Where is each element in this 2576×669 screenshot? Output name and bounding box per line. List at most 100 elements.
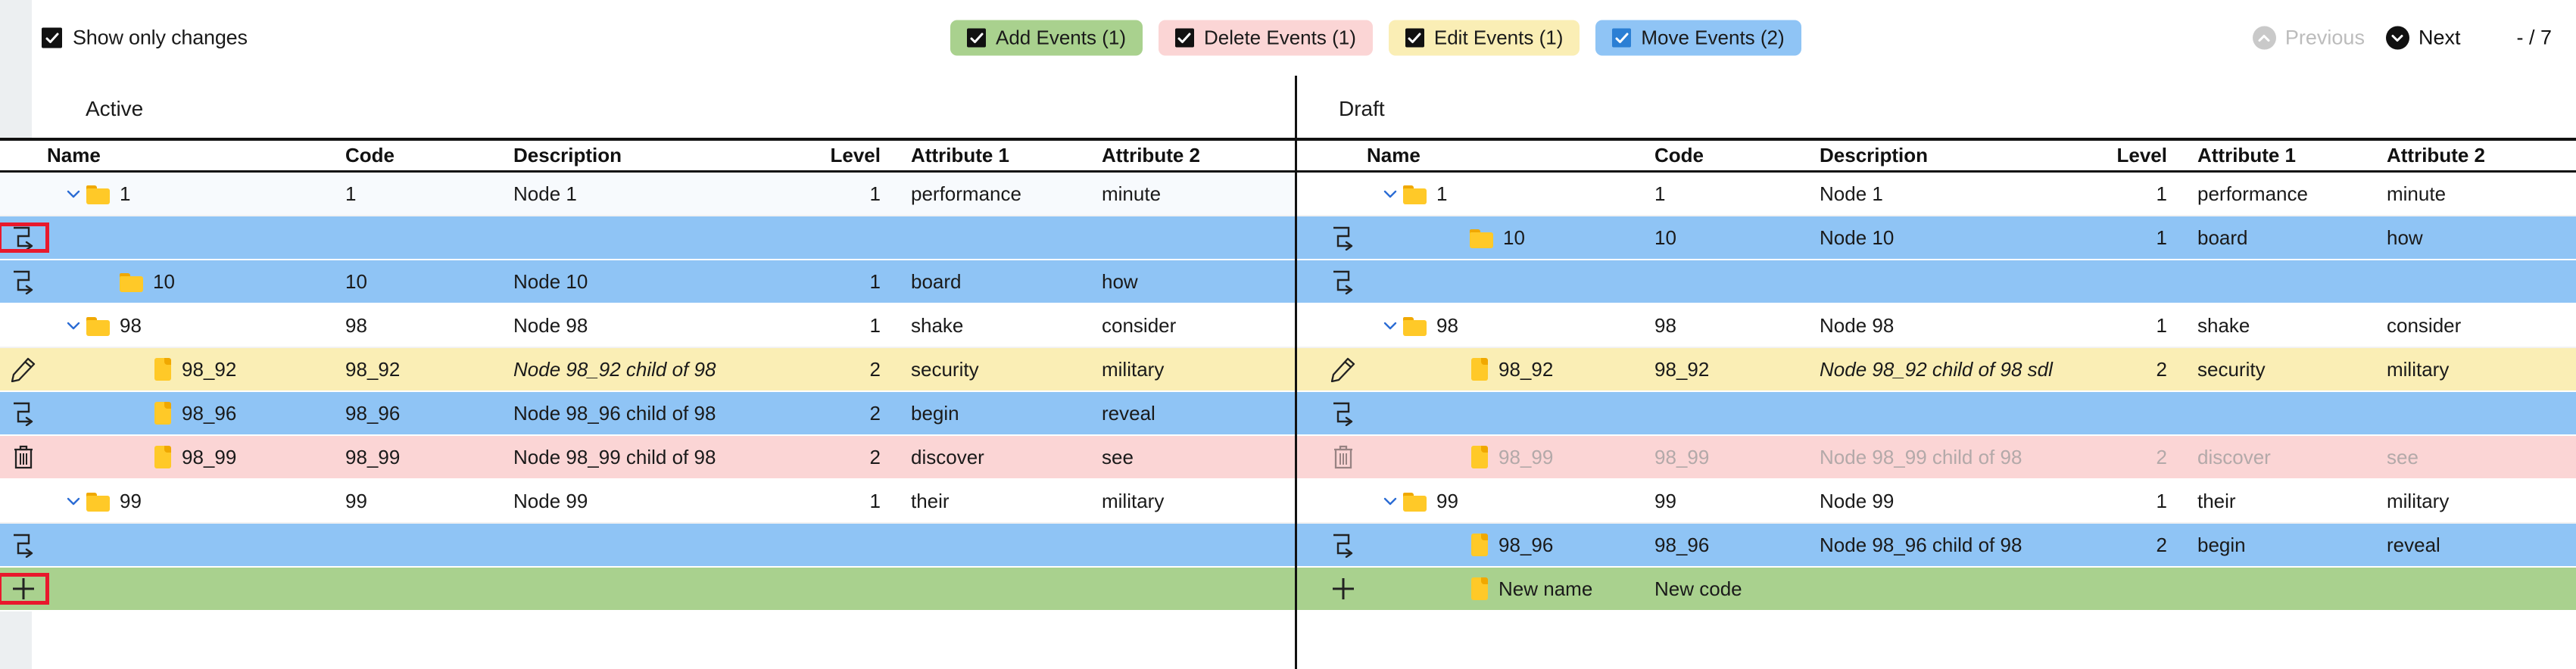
table-row[interactable]: 98_92 98_92 Node 98_92 child of 98 sdl 2 sec…: [1297, 348, 2576, 392]
table-row[interactable]: 98_99 98_99 Node 98_99 child of 98 2 discove…: [0, 436, 1295, 480]
filter-edit-events[interactable]: Edit Events (1): [1388, 20, 1580, 56]
cell-code: 98_96: [345, 401, 401, 425]
table-row[interactable]: 10 10 Node 10 1 board how: [0, 260, 1295, 304]
plus-event-icon[interactable]: [1320, 575, 1367, 602]
checkbox-icon[interactable]: [42, 27, 62, 48]
column-header-attribute-2[interactable]: Attribute 2: [2387, 144, 2576, 167]
cell-attribute-2: military: [1102, 489, 1165, 512]
filter-move-events-label: Move Events (2): [1641, 26, 1785, 49]
table-row[interactable]: [0, 524, 1295, 568]
table-row[interactable]: [1297, 392, 2576, 436]
table-row[interactable]: 99 99 Node 99 1 their military: [1297, 480, 2576, 524]
move-icon: [1330, 400, 1357, 426]
cell-code: 98_99: [345, 445, 401, 468]
column-header-name[interactable]: Name: [1367, 144, 1654, 167]
cell-name: 10: [1367, 226, 1654, 250]
column-header-description[interactable]: Description: [1820, 144, 2094, 167]
column-header-code[interactable]: Code: [345, 144, 513, 167]
expand-chevron-icon[interactable]: [61, 492, 86, 510]
column-header-level[interactable]: Level: [2094, 144, 2197, 167]
table-row[interactable]: [1297, 260, 2576, 304]
table-row[interactable]: 10 10 Node 10 1 board how: [1297, 216, 2576, 260]
plus-event-icon[interactable]: [0, 573, 49, 605]
column-header-description[interactable]: Description: [513, 144, 808, 167]
move-event-icon[interactable]: [1320, 225, 1367, 250]
column-header-level[interactable]: Level: [808, 144, 911, 167]
expand-chevron-icon[interactable]: [1377, 316, 1403, 334]
table-row[interactable]: [0, 216, 1295, 260]
filter-add-events[interactable]: Add Events (1): [950, 20, 1143, 56]
move-event-icon[interactable]: [1320, 269, 1367, 294]
edit-event-icon[interactable]: [0, 356, 47, 382]
table-row[interactable]: 98 98 Node 98 1 shake consider: [1297, 304, 2576, 348]
expand-chevron-icon[interactable]: [61, 185, 86, 203]
next-button[interactable]: Next: [2375, 26, 2472, 50]
cell-code: 10: [345, 269, 367, 293]
cell-description: Node 98: [1820, 313, 1895, 337]
cell-name: 1: [47, 182, 345, 206]
cell-attribute-1: performance: [911, 182, 1021, 205]
table-row[interactable]: 98 98 Node 98 1 shake consider: [0, 304, 1295, 348]
move-event-icon[interactable]: [0, 222, 49, 253]
cell-description: Node 98_92 child of 98: [513, 357, 716, 381]
checkbox-icon[interactable]: [1405, 28, 1424, 48]
previous-button[interactable]: Previous: [2242, 26, 2375, 50]
cell-code: 1: [1654, 182, 1666, 205]
move-event-icon[interactable]: [1320, 400, 1367, 426]
folder-icon: [1470, 227, 1495, 248]
move-event-icon[interactable]: [0, 400, 47, 426]
cell-name: 98_96: [47, 402, 345, 425]
file-icon: [153, 402, 173, 425]
move-icon: [10, 269, 37, 294]
event-filter-group: Add Events (1) Delete Events (1) Edit Ev…: [950, 20, 1801, 56]
cell-attribute-1: security: [2197, 357, 2266, 381]
node-name: 10: [153, 269, 175, 293]
column-header-attribute-1[interactable]: Attribute 1: [911, 144, 1102, 167]
checkbox-icon[interactable]: [967, 28, 986, 48]
column-header-attribute-2[interactable]: Attribute 2: [1102, 144, 1295, 167]
table-row[interactable]: 98_92 98_92 Node 98_92 child of 98 2 securit…: [0, 348, 1295, 392]
table-row[interactable]: [0, 568, 1295, 611]
file-icon: [153, 446, 173, 468]
draft-table-body: 1 1 Node 1 1 performance minute 10 10 Node 10 1 bo…: [1297, 173, 2576, 611]
move-icon: [14, 226, 33, 250]
move-icon: [1330, 225, 1357, 250]
edit-event-icon[interactable]: [1320, 356, 1367, 382]
cell-name: 98_99: [47, 446, 345, 469]
show-only-changes-toggle[interactable]: Show only changes: [42, 26, 248, 50]
expand-chevron-icon[interactable]: [61, 316, 86, 334]
cell-level: 2: [869, 401, 881, 425]
cell-attribute-1: discover: [911, 445, 984, 468]
node-name: 98: [120, 313, 142, 337]
filter-delete-events[interactable]: Delete Events (1): [1158, 20, 1373, 56]
move-event-icon[interactable]: [0, 269, 47, 294]
draft-panel-title: Draft: [1339, 97, 1385, 120]
next-label: Next: [2418, 26, 2461, 49]
table-row[interactable]: 1 1 Node 1 1 performance minute: [0, 173, 1295, 216]
column-header-attribute-1[interactable]: Attribute 1: [2197, 144, 2387, 167]
move-event-icon[interactable]: [0, 532, 47, 558]
table-row[interactable]: 99 99 Node 99 1 their military: [0, 480, 1295, 524]
node-name: 10: [1503, 226, 1525, 249]
checkbox-icon[interactable]: [1174, 28, 1194, 48]
filter-move-events[interactable]: Move Events (2): [1595, 20, 1801, 56]
expand-chevron-icon[interactable]: [1377, 185, 1403, 203]
table-row[interactable]: 98_99 98_99 Node 98_99 child of 98 2 discove…: [1297, 436, 2576, 480]
cell-description: Node 98_92 child of 98 sdl: [1820, 357, 2053, 381]
trash-icon: [1332, 444, 1355, 470]
filter-add-events-label: Add Events (1): [996, 26, 1126, 49]
checkbox-icon[interactable]: [1612, 28, 1632, 48]
column-header-name[interactable]: Name: [47, 144, 345, 167]
table-row[interactable]: 98_96 98_96 Node 98_96 child of 98 2 begin re…: [1297, 524, 2576, 568]
move-event-icon[interactable]: [1320, 532, 1367, 558]
table-row[interactable]: New name New code: [1297, 568, 2576, 611]
column-header-code[interactable]: Code: [1654, 144, 1820, 167]
node-name: 98_96: [1499, 533, 1554, 556]
table-row[interactable]: 98_96 98_96 Node 98_96 child of 98 2 begin re…: [0, 392, 1295, 436]
trash-event-icon[interactable]: [0, 444, 47, 470]
expand-chevron-icon[interactable]: [1377, 492, 1403, 510]
table-row[interactable]: 1 1 Node 1 1 performance minute: [1297, 173, 2576, 216]
trash-event-icon[interactable]: [1320, 444, 1367, 470]
cell-code: 98_96: [1654, 533, 1710, 556]
cell-name: 98_96: [1367, 534, 1654, 557]
